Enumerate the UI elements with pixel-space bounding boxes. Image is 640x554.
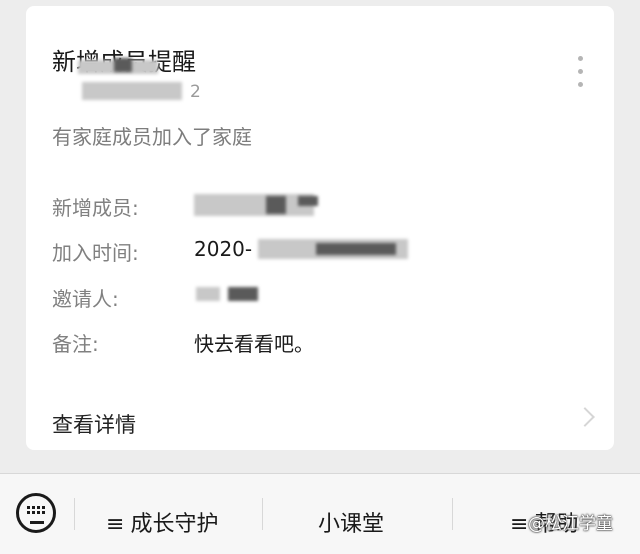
menu-label: 成长守护 — [130, 512, 219, 537]
bottom-menu-bar: ≡ 成长守护 小课堂 ≡ 帮助 @松江学童 — [0, 473, 640, 554]
notification-card: 新增成员提醒 2 有家庭成员加入了家庭 新增成员: 加入时间: 2020- 邀请… — [26, 6, 614, 450]
chevron-right-icon — [575, 407, 595, 427]
sender-suffix: 2 — [190, 82, 201, 102]
redacted-sender — [82, 82, 182, 100]
menu-label: 小课堂 — [318, 512, 385, 537]
menu-divider — [74, 498, 75, 530]
note-value: 快去看看吧。 — [194, 332, 314, 356]
join-time-label: 加入时间: — [52, 241, 139, 265]
redacted-member-name — [266, 196, 286, 214]
menu-divider — [452, 498, 453, 530]
menu-growth-guard[interactable]: ≡ 成长守护 — [106, 506, 218, 538]
inviter-label: 邀请人: — [52, 287, 119, 311]
watermark: @松江学童 — [528, 514, 613, 534]
note-label: 备注: — [52, 332, 99, 356]
more-options-icon[interactable] — [578, 56, 588, 95]
redacted-inviter — [196, 287, 220, 301]
redacted-sender — [114, 58, 132, 72]
submenu-icon: ≡ — [510, 512, 529, 537]
card-subtitle: 有家庭成员加入了家庭 — [52, 125, 252, 149]
new-member-label: 新增成员: — [52, 196, 139, 220]
submenu-icon: ≡ — [106, 512, 125, 537]
redacted-member-name — [194, 194, 314, 216]
menu-mini-class[interactable]: 小课堂 — [318, 506, 384, 538]
join-time-value: 2020- — [194, 237, 253, 261]
redacted-join-time — [316, 243, 396, 255]
view-details-link[interactable]: 查看详情 — [52, 409, 136, 439]
keyboard-icon[interactable] — [16, 493, 56, 533]
redacted-inviter — [228, 287, 258, 301]
redacted-member-name — [298, 196, 318, 206]
menu-divider — [262, 498, 263, 530]
